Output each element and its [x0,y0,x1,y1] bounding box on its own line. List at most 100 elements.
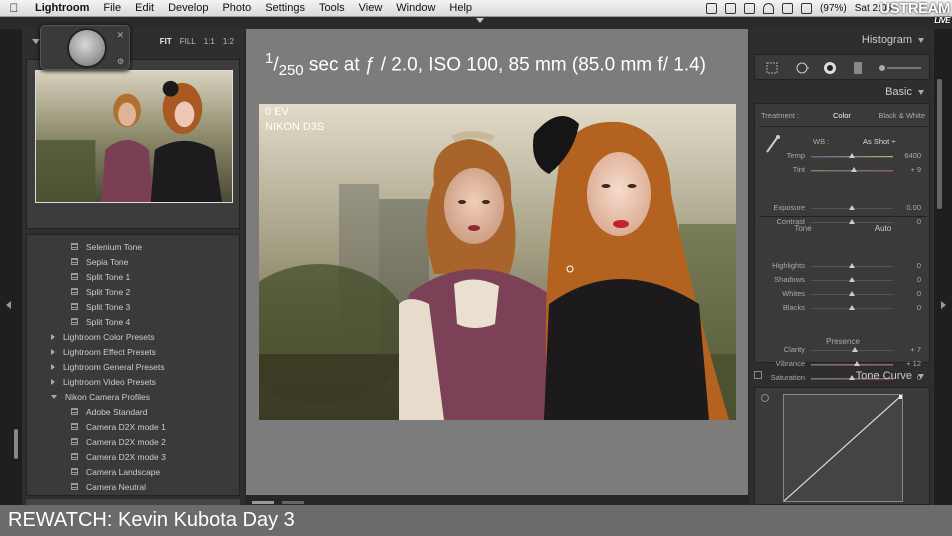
bluetooth-icon[interactable] [782,3,794,14]
menu-settings[interactable]: Settings [258,0,312,17]
navigator-collapse-icon[interactable] [32,39,40,44]
preset-item[interactable]: Nikon Camera Profiles [51,389,150,404]
dropbox-icon[interactable] [706,3,718,14]
compare-mode-button[interactable] [282,501,304,504]
preset-icon [71,243,78,250]
slider-value[interactable]: + 7 [910,344,921,356]
slider-thumb[interactable] [849,291,855,296]
stream-caption-bar: REWATCH: Kevin Kubota Day 3 [0,505,952,536]
preset-item[interactable]: Camera D2X mode 2 [71,434,166,449]
right-panel-scrollbar[interactable] [937,79,942,209]
navigator-thumbnail[interactable] [35,70,233,203]
tone-curve-header[interactable]: Tone Curve [750,367,934,385]
menu-develop[interactable]: Develop [161,0,215,17]
preset-item[interactable]: Split Tone 3 [71,299,130,314]
menu-window[interactable]: Window [389,0,442,17]
preset-item[interactable]: Split Tone 2 [71,284,130,299]
slider-value[interactable]: 0 [917,216,921,228]
left-panel-scrollbar[interactable] [14,429,18,459]
slider-value[interactable]: 0 [917,302,921,314]
slider-thumb[interactable] [849,305,855,310]
slider-track[interactable] [811,364,893,366]
treatment-color-option[interactable]: Color [833,110,851,122]
preset-item[interactable]: Split Tone 4 [71,314,130,329]
basic-collapse-icon[interactable] [918,89,924,95]
basic-header[interactable]: Basic [750,83,934,101]
preset-item[interactable]: Sepia Tone [71,254,128,269]
slider-label: Exposure [773,203,805,212]
navigator-preview[interactable] [26,59,240,229]
red-eye-tool-icon[interactable] [823,61,837,75]
battery-percent[interactable]: (97%) [820,3,847,14]
slider-thumb[interactable] [851,167,858,172]
tone-curve-graph[interactable] [783,394,903,502]
slider-thumb[interactable] [849,277,855,282]
slider-value[interactable]: 0.00 [906,202,921,214]
top-panel-toggle-icon[interactable] [476,18,484,23]
preset-item[interactable]: Selenium Tone [71,239,142,254]
slider-thumb[interactable] [853,361,860,366]
close-icon[interactable]: ✕ [116,30,124,41]
preset-item[interactable]: Split Tone 1 [71,269,130,284]
gear-icon[interactable]: ⚙ [117,57,124,66]
adobe-icon[interactable] [725,3,737,14]
target-adjust-icon[interactable] [761,394,769,402]
slider-value[interactable]: 0 [917,260,921,272]
preset-item[interactable]: Camera Neutral [71,479,146,494]
zoom-fill[interactable]: FILL [180,37,196,46]
tone-curve-switch-icon[interactable] [754,371,762,379]
preset-label: Camera Landscape [86,466,161,477]
slider-value[interactable]: 0 [917,274,921,286]
histogram-header[interactable]: Histogram [750,31,934,49]
slider-shadows: Shadows 0 [755,274,931,286]
slider-exposure: Exposure 0.00 [755,202,931,214]
menu-edit[interactable]: Edit [128,0,161,17]
slider-thumb[interactable] [849,219,855,224]
preset-item[interactable]: Lightroom Color Presets [51,329,155,344]
slider-thumb[interactable] [849,205,855,210]
menu-tools[interactable]: Tools [312,0,352,17]
calendar-icon[interactable] [744,3,756,14]
collapse-left-panel-icon[interactable] [6,301,11,309]
preset-item[interactable]: Lightroom General Presets [51,359,165,374]
wb-select[interactable]: As Shot ÷ [863,136,895,148]
menu-photo[interactable]: Photo [215,0,258,17]
menu-help[interactable]: Help [442,0,479,17]
folder-expanded-icon [51,394,57,399]
slider-thumb[interactable] [852,347,859,352]
preset-item[interactable]: Camera D2X mode 1 [71,419,166,434]
slider-thumb[interactable] [849,153,855,158]
preset-label: Split Tone 2 [86,286,131,297]
menu-file[interactable]: File [96,0,128,17]
slider-value[interactable]: 0 [917,288,921,300]
preset-label: Sepia Tone [86,256,129,267]
preset-item[interactable]: Adobe Standard [71,404,147,419]
slider-value[interactable]: + 9 [910,164,921,176]
collapse-right-panel-icon[interactable] [941,301,946,309]
tone-curve-collapse-icon[interactable] [918,373,924,379]
preset-item[interactable]: Camera D2X mode 3 [71,449,166,464]
slider-thumb[interactable] [849,263,855,268]
crop-tool-icon[interactable] [765,61,779,75]
zoom-1to1[interactable]: 1:1 [204,37,215,46]
view-mode-button[interactable] [252,501,274,504]
preset-item[interactable]: Lightroom Effect Presets [51,344,156,359]
webcam-overlay[interactable]: ✕ ⚙ [40,25,130,70]
preset-item[interactable]: Lightroom Video Presets [51,374,156,389]
wifi-icon[interactable] [763,3,775,14]
zoom-1to2[interactable]: 1:2 [223,37,234,46]
slider-value[interactable]: 6400 [904,150,921,162]
zoom-fit[interactable]: FIT [160,37,172,46]
preset-item[interactable]: Camera Landscape [71,464,160,479]
apple-menu-icon[interactable]:  [0,1,28,15]
adjustment-brush-icon[interactable] [877,61,923,75]
menu-view[interactable]: View [352,0,390,17]
main-photo[interactable] [259,104,736,420]
menu-app-lightroom[interactable]: Lightroom [28,0,96,17]
spot-removal-tool-icon[interactable] [795,61,809,75]
histogram-collapse-icon[interactable] [918,37,924,43]
treatment-bw-option[interactable]: Black & White [878,110,925,122]
loupe-view[interactable]: 1/250 sec at ƒ / 2.0, ISO 100, 85 mm (85… [246,29,748,495]
graduated-filter-icon[interactable] [851,61,865,75]
volume-icon[interactable] [801,3,813,14]
